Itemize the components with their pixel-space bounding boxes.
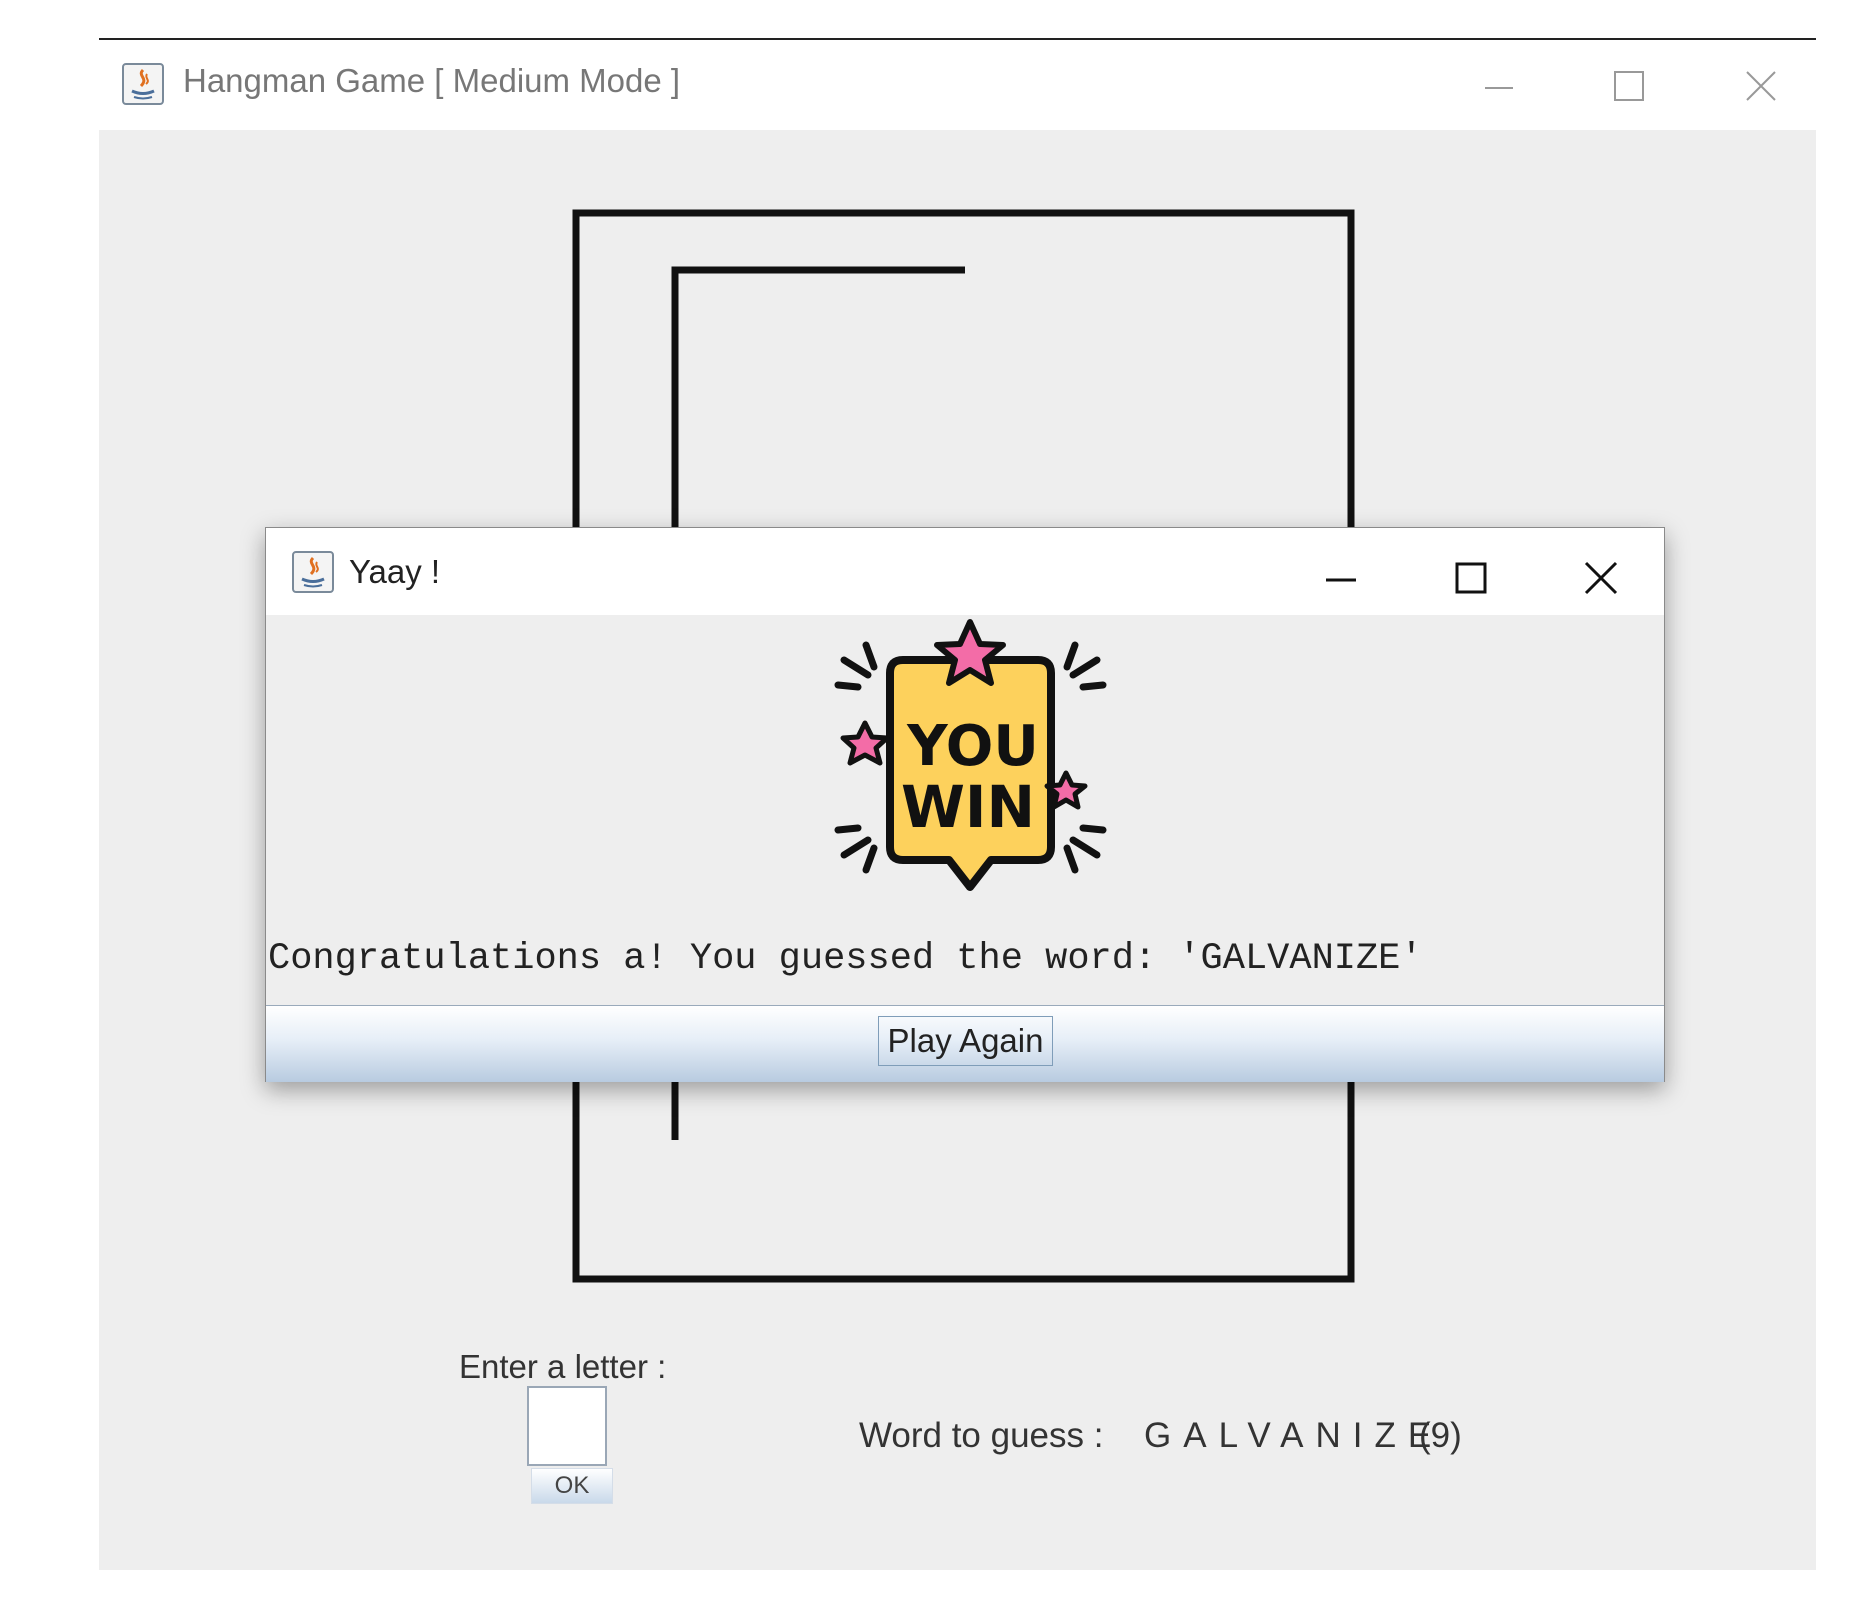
word-to-guess-label: Word to guess : — [859, 1416, 1104, 1455]
ok-button[interactable]: OK — [531, 1468, 613, 1504]
close-icon[interactable] — [1571, 548, 1631, 608]
guessed-word: GALVANIZE — [1144, 1416, 1444, 1455]
badge-line-1: YOU — [906, 714, 1039, 779]
close-icon[interactable] — [1731, 56, 1791, 116]
window-title: Hangman Game [ Medium Mode ] — [183, 62, 681, 99]
badge-line-2: WIN — [901, 773, 1035, 841]
main-titlebar[interactable]: Hangman Game [ Medium Mode ] — [99, 40, 1816, 130]
java-app-icon — [291, 550, 335, 594]
play-again-button[interactable]: Play Again — [878, 1016, 1053, 1066]
you-win-dialog: Yaay ! YOU WIN Congratulations a! You gu… — [265, 527, 1665, 1082]
congratulations-message: Congratulations a! You guessed the word:… — [268, 938, 1423, 980]
word-length: (9) — [1419, 1416, 1462, 1455]
enter-letter-label: Enter a letter : — [459, 1348, 667, 1385]
dialog-title: Yaay ! — [349, 553, 441, 590]
maximize-icon[interactable] — [1441, 548, 1501, 608]
letter-input[interactable] — [527, 1386, 607, 1466]
minimize-icon[interactable] — [1311, 548, 1371, 608]
java-app-icon — [121, 62, 165, 106]
you-win-badge-icon: YOU WIN — [828, 615, 1113, 905]
dialog-button-bar: Play Again — [266, 1005, 1664, 1082]
dialog-titlebar[interactable]: Yaay ! — [266, 528, 1664, 615]
minimize-icon[interactable] — [1469, 56, 1529, 116]
maximize-icon[interactable] — [1599, 56, 1659, 116]
